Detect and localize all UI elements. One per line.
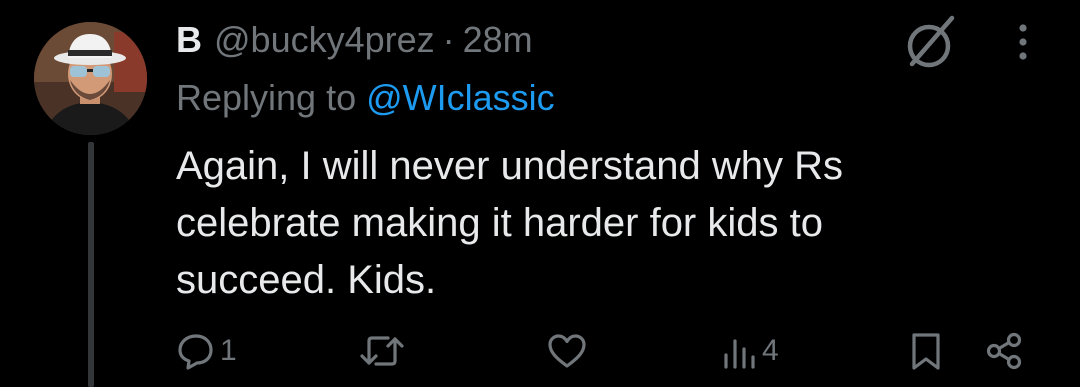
views-count: 4 xyxy=(762,334,779,367)
tweet-text: Again, I will never understand why Rs ce… xyxy=(176,144,843,302)
grok-icon[interactable] xyxy=(900,12,960,72)
replying-prefix: Replying to xyxy=(176,77,357,118)
bookmark-icon xyxy=(912,333,940,370)
retweet-button[interactable] xyxy=(358,326,410,376)
heart-icon xyxy=(548,334,586,368)
reply-button[interactable]: 1 xyxy=(176,326,237,376)
tweet-header: B @bucky4prez · 28m xyxy=(176,18,533,62)
reply-icon xyxy=(178,334,213,370)
replying-to-line: Replying to @WIclassic xyxy=(176,76,555,120)
author-handle[interactable]: @bucky4prez xyxy=(214,18,435,62)
more-vertical-icon[interactable] xyxy=(1008,20,1038,64)
separator-dot: · xyxy=(442,19,455,60)
views-button[interactable]: 4 xyxy=(722,326,779,376)
action-bar: 1 4 xyxy=(0,326,1080,376)
share-icon xyxy=(986,332,1022,370)
like-button[interactable] xyxy=(546,326,592,376)
avatar[interactable] xyxy=(34,22,147,135)
bookmark-button[interactable] xyxy=(908,326,944,376)
tweet-card[interactable]: B @bucky4prez · 28m Replying to @WIclass… xyxy=(0,0,1080,387)
views-icon xyxy=(724,339,755,369)
author-name[interactable]: B xyxy=(176,18,202,62)
reply-count: 1 xyxy=(220,334,237,367)
timestamp[interactable]: 28m xyxy=(463,18,533,62)
retweet-icon xyxy=(360,336,404,366)
share-button[interactable] xyxy=(984,326,1024,376)
replying-to-mention[interactable]: @WIclassic xyxy=(366,77,555,118)
